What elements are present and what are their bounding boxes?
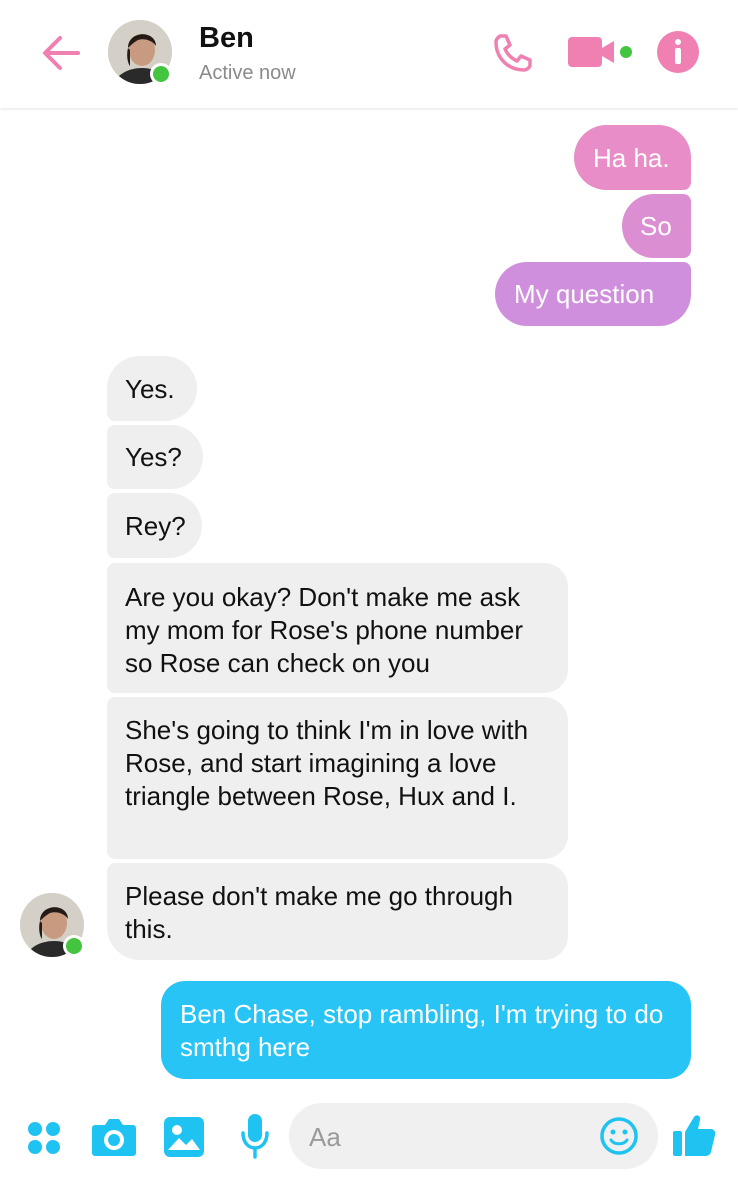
voice-message-button[interactable] [240, 1113, 270, 1164]
message-bubble-sent[interactable]: Ha ha. [574, 125, 691, 190]
more-actions-button[interactable] [26, 1120, 62, 1161]
message-bubble-sent[interactable]: So [622, 194, 691, 258]
contact-status: Active now [199, 62, 296, 84]
image-icon [164, 1117, 204, 1157]
gallery-button[interactable] [163, 1116, 205, 1163]
phone-icon [494, 34, 532, 72]
video-call-button[interactable] [566, 34, 636, 75]
back-button[interactable] [38, 30, 84, 76]
like-button[interactable] [672, 1112, 716, 1163]
thumbs-up-icon [673, 1115, 716, 1156]
call-button[interactable] [492, 32, 534, 79]
message-bubble-received[interactable]: Yes? [107, 425, 203, 489]
message-bubble-received[interactable]: She's going to think I'm in love with Ro… [107, 697, 568, 859]
info-icon [657, 31, 699, 73]
conversation-info-button[interactable] [656, 30, 700, 79]
emoji-button[interactable] [599, 1116, 639, 1161]
contact-name[interactable]: Ben [199, 22, 254, 55]
message-bubble-received[interactable]: Rey? [107, 493, 202, 558]
camera-icon [92, 1119, 136, 1156]
video-camera-icon [568, 37, 632, 67]
arrow-left-icon [43, 36, 80, 70]
microphone-icon [241, 1114, 269, 1159]
online-indicator [150, 63, 172, 85]
message-bubble-sent[interactable]: Ben Chase, stop rambling, I'm trying to … [161, 981, 691, 1079]
message-bubble-received[interactable]: Are you okay? Don't make me ask my mom f… [107, 563, 568, 693]
message-input[interactable]: Aa [289, 1103, 658, 1169]
conversation-header: Ben Active now [0, 0, 738, 108]
camera-button[interactable] [91, 1115, 137, 1162]
message-bubble-received[interactable]: Please don't make me go through this. [107, 863, 568, 960]
online-indicator [63, 935, 85, 957]
message-bubble-received[interactable]: Yes. [107, 356, 197, 421]
message-bubble-sent[interactable]: My question [495, 262, 691, 326]
emoji-icon [600, 1117, 638, 1155]
message-input-placeholder: Aa [309, 1122, 341, 1152]
apps-icon [28, 1122, 60, 1154]
